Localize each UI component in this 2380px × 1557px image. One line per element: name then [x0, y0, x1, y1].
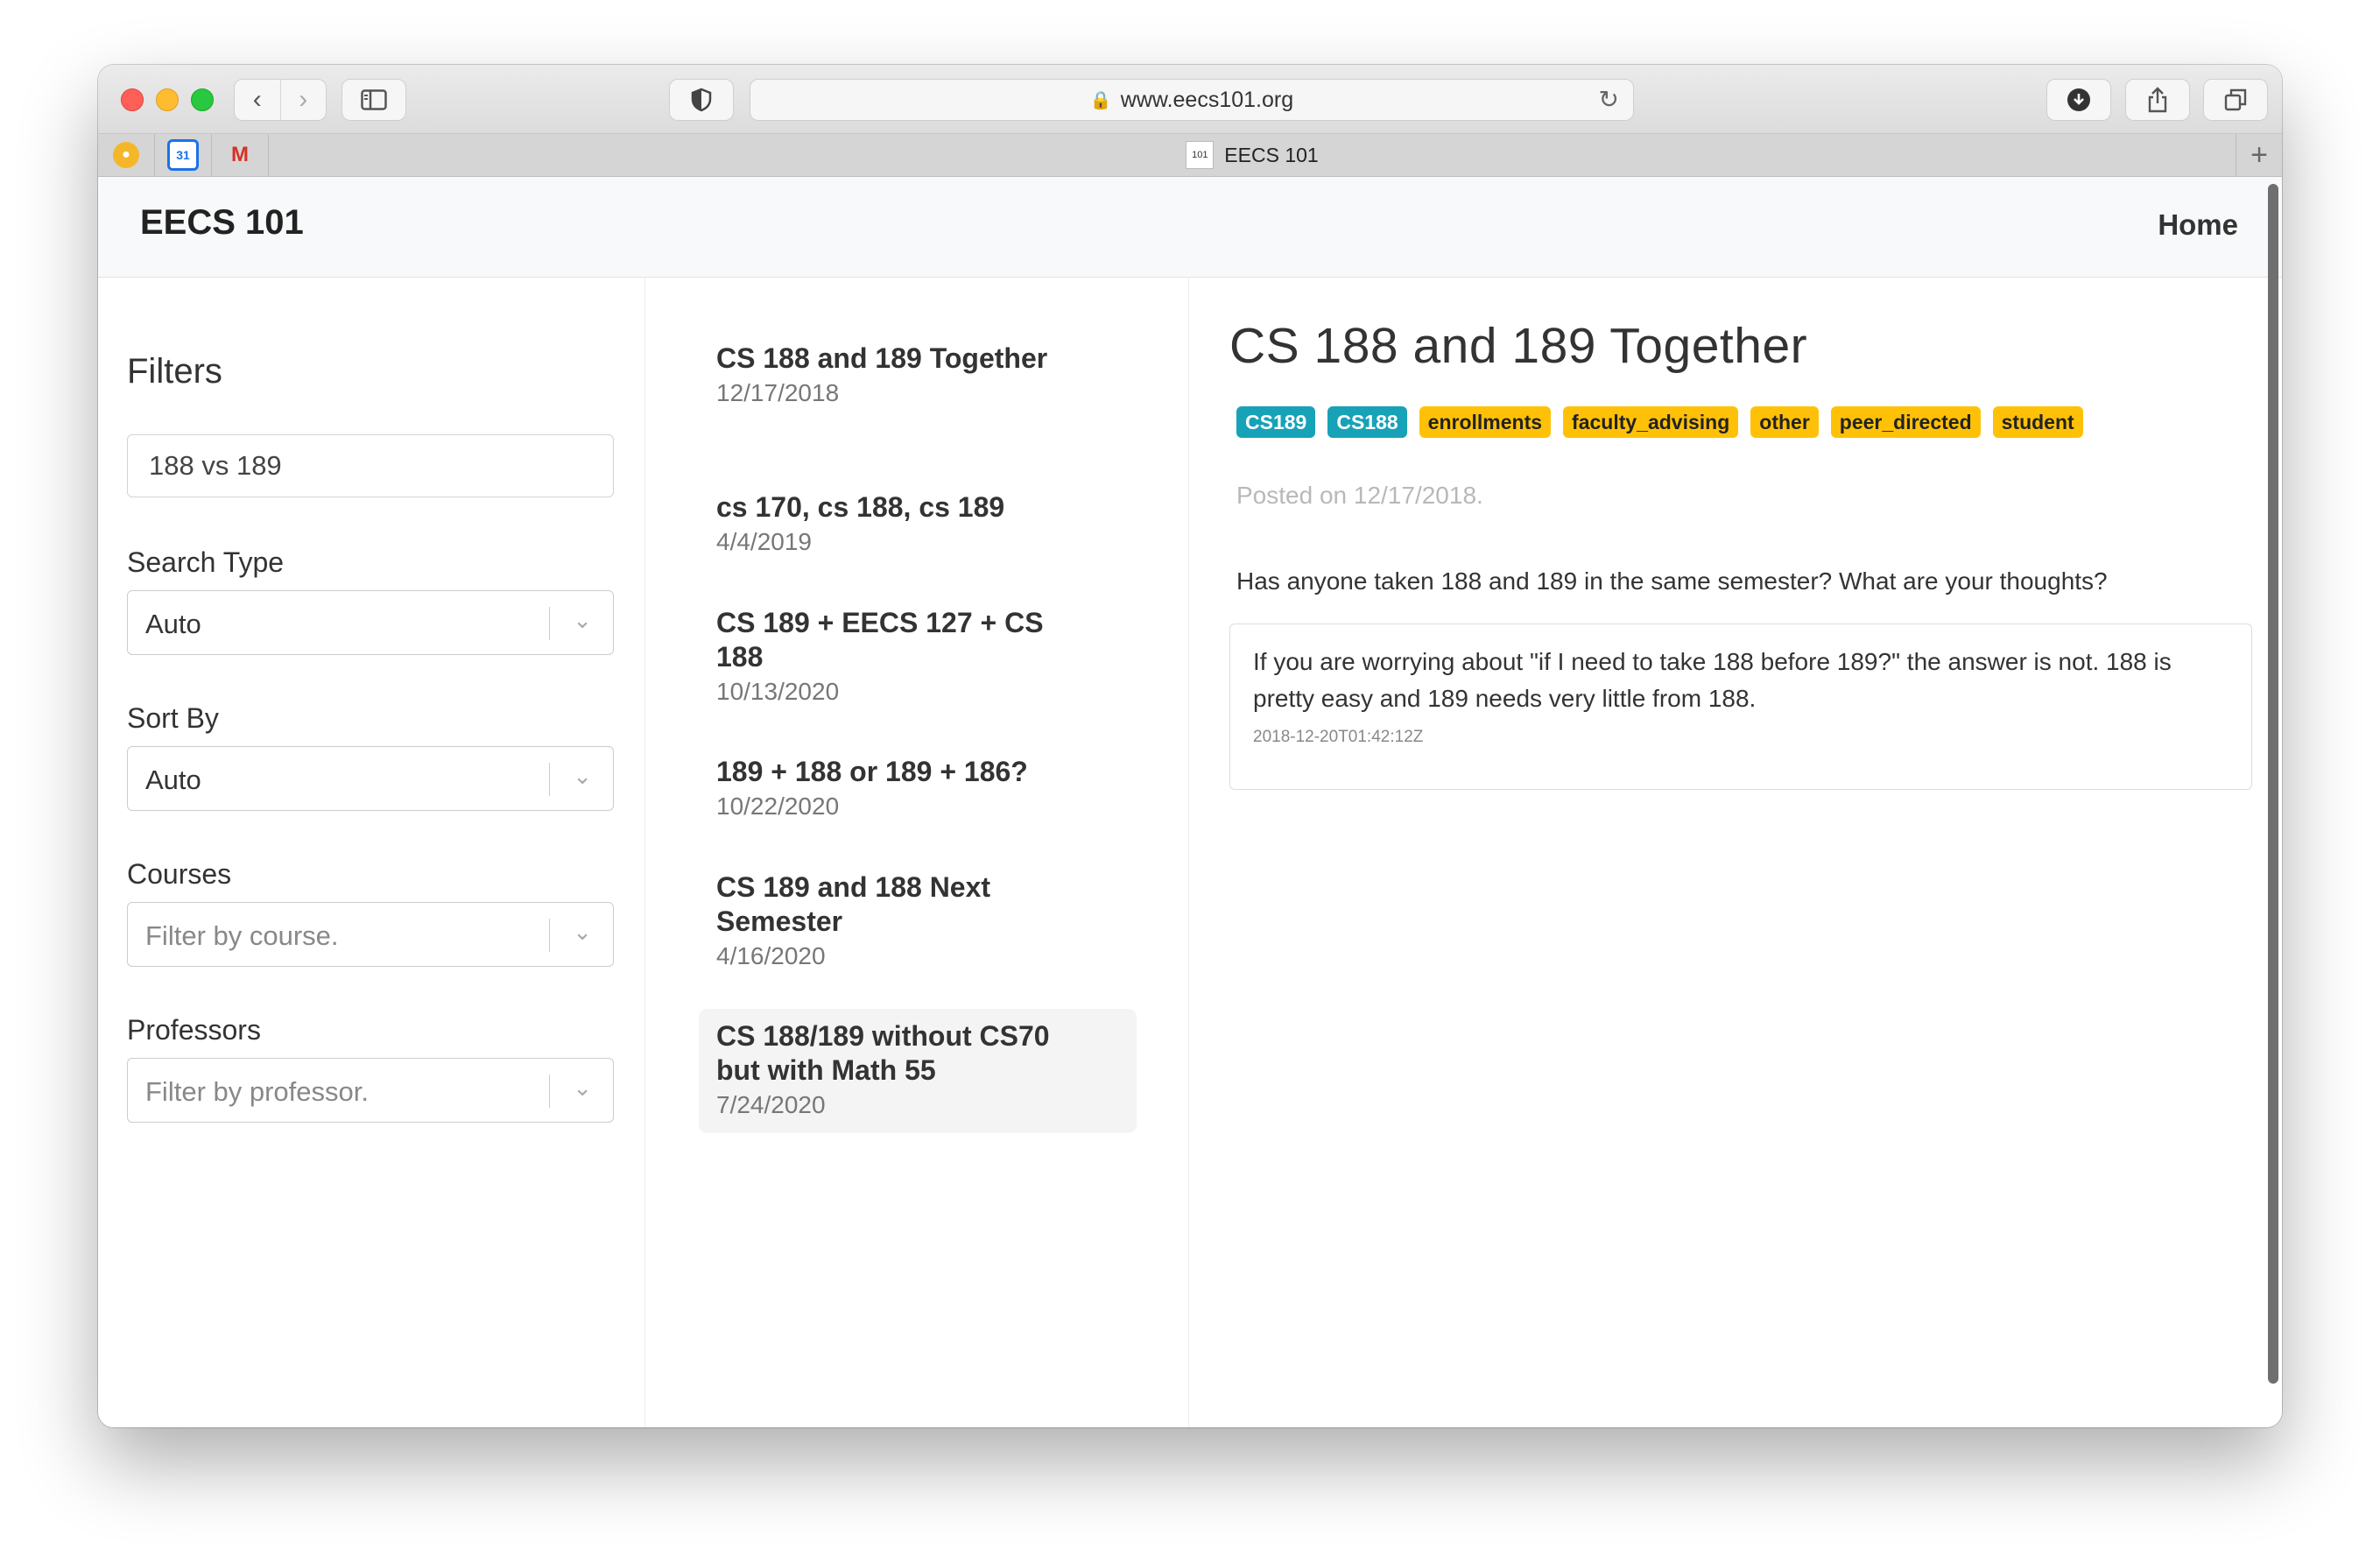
back-button[interactable]: ‹	[235, 80, 280, 120]
favorite-gmail[interactable]: M	[212, 134, 269, 176]
navbar: EECS 101 Home	[98, 177, 2282, 278]
result-date: 12/17/2018	[716, 379, 840, 406]
new-tab-button[interactable]: +	[2236, 134, 2282, 176]
page-content: EECS 101 Home Filters 188 vs 189 Search …	[98, 177, 2282, 1427]
result-title: 189 + 188 or 189 + 186?	[716, 756, 1028, 787]
select-separator	[549, 607, 550, 640]
label-tag[interactable]: student	[1992, 406, 2083, 438]
sort-by-select[interactable]: Auto ⌄	[127, 746, 614, 811]
tab-bar: ● 31 M 101 EECS 101 +	[98, 134, 2282, 177]
search-type-label: Search Type	[127, 546, 285, 578]
result-title: CS 188/189 without CS70 but with Math 55	[716, 1020, 1050, 1086]
browser-toolbar: ‹ › 🔒 www.eecs101.org ↻	[98, 65, 2282, 134]
result-date: 4/4/2019	[716, 528, 812, 555]
result-title: cs 170, cs 188, cs 189	[716, 491, 1005, 523]
professors-placeholder: Filter by professor.	[145, 1076, 369, 1107]
download-icon	[2067, 88, 2090, 111]
chevron-down-icon[interactable]: ⌄	[573, 919, 592, 946]
share-button[interactable]	[2125, 79, 2190, 121]
calendar-icon: 31	[167, 139, 199, 171]
courses-placeholder: Filter by course.	[145, 920, 339, 951]
select-separator	[549, 1074, 550, 1108]
select-separator	[549, 919, 550, 952]
maximize-window-button[interactable]	[191, 88, 214, 111]
home-link[interactable]: Home	[2158, 208, 2238, 242]
answer-text: If you are worrying about "if I need to …	[1253, 648, 2172, 712]
posted-date: Posted on 12/17/2018.	[1236, 482, 1483, 509]
lock-icon: 🔒	[1089, 90, 1112, 110]
select-separator	[549, 763, 550, 796]
column-divider	[1188, 277, 1189, 1427]
lightbulb-icon: ●	[113, 142, 139, 168]
shield-icon	[691, 88, 712, 112]
tab-title: EECS 101	[1224, 143, 1319, 166]
tabs-icon	[2224, 88, 2247, 111]
close-window-button[interactable]	[121, 88, 144, 111]
share-icon	[2148, 87, 2167, 113]
history-nav: ‹ ›	[234, 79, 327, 121]
label-tag[interactable]: peer_directed	[1830, 406, 1981, 438]
result-title: CS 189 and 188 Next Semester	[716, 871, 991, 937]
result-item[interactable]: 189 + 188 or 189 + 186? 10/22/2020	[699, 744, 1137, 835]
tab-eecs101[interactable]: 101 EECS 101	[270, 134, 2235, 176]
label-tag[interactable]: enrollments	[1419, 406, 1552, 438]
result-item[interactable]: CS 188 and 189 Together 12/17/2018	[699, 331, 1137, 421]
column-divider	[644, 277, 645, 1427]
favorite-calendar[interactable]: 31	[155, 134, 212, 176]
courses-label: Courses	[127, 858, 232, 890]
tab-favicon: 101	[1186, 141, 1215, 169]
browser-window: ‹ › 🔒 www.eecs101.org ↻ ● 31 M 101 EECS …	[98, 65, 2282, 1427]
privacy-report-button[interactable]	[669, 79, 734, 121]
course-tag[interactable]: CS188	[1327, 406, 1407, 438]
chevron-down-icon[interactable]: ⌄	[573, 1074, 592, 1102]
sort-by-label: Sort By	[127, 702, 219, 734]
result-date: 4/16/2020	[716, 942, 826, 969]
chevron-down-icon[interactable]: ⌄	[573, 763, 592, 790]
address-bar[interactable]: 🔒 www.eecs101.org ↻	[750, 79, 1634, 121]
tag-list: CS189 CS188 enrollments faculty_advising…	[1236, 406, 2083, 438]
downloads-button[interactable]	[2046, 79, 2111, 121]
page-scrollbar[interactable]	[2268, 184, 2278, 1384]
label-tag[interactable]: faculty_advising	[1563, 406, 1739, 438]
favorite-keep[interactable]: ●	[98, 134, 155, 176]
search-type-select[interactable]: Auto ⌄	[127, 590, 614, 655]
courses-select[interactable]: Filter by course. ⌄	[127, 902, 614, 967]
result-date: 10/13/2020	[716, 678, 840, 705]
tab-overview-button[interactable]	[2203, 79, 2268, 121]
question-text: Has anyone taken 188 and 189 in the same…	[1236, 567, 2108, 595]
sort-by-value: Auto	[145, 764, 201, 795]
chevron-down-icon[interactable]: ⌄	[573, 607, 592, 634]
filters-panel: Filters 188 vs 189 Search Type Auto ⌄ So…	[127, 352, 617, 1123]
professors-select[interactable]: Filter by professor. ⌄	[127, 1058, 614, 1123]
result-date: 10/22/2020	[716, 793, 840, 820]
result-item[interactable]: CS 189 + EECS 127 + CS 188 10/13/2020	[699, 595, 1137, 720]
result-title: CS 189 + EECS 127 + CS 188	[716, 607, 1044, 673]
result-item-selected[interactable]: CS 188/189 without CS70 but with Math 55…	[699, 1009, 1137, 1133]
search-type-value: Auto	[145, 609, 201, 639]
gmail-icon: M	[231, 143, 249, 166]
label-tag[interactable]: other	[1750, 406, 1819, 438]
answer-timestamp: 2018-12-20T01:42:12Z	[1253, 728, 1424, 746]
post-title: CS 188 and 189 Together	[1229, 318, 1808, 374]
reload-icon[interactable]: ↻	[1599, 85, 1619, 114]
search-input[interactable]: 188 vs 189	[127, 434, 614, 497]
result-date: 7/24/2020	[716, 1091, 826, 1118]
result-item[interactable]: cs 170, cs 188, cs 189 4/4/2019	[699, 480, 1137, 570]
professors-label: Professors	[127, 1014, 261, 1046]
sidebar-icon	[361, 89, 387, 110]
post-detail: CS 188 and 189 Together CS189 CS188 enro…	[1229, 317, 2263, 790]
result-item[interactable]: CS 189 and 188 Next Semester 4/16/2020	[699, 860, 1137, 984]
filters-heading: Filters	[127, 352, 222, 391]
answer-card: If you are worrying about "if I need to …	[1229, 624, 2252, 790]
sidebar-toggle-button[interactable]	[342, 79, 406, 121]
forward-button[interactable]: ›	[279, 80, 327, 120]
url-text: www.eecs101.org	[1120, 87, 1294, 112]
minimize-window-button[interactable]	[156, 88, 179, 111]
course-tag[interactable]: CS189	[1236, 406, 1316, 438]
result-title: CS 188 and 189 Together	[716, 342, 1048, 374]
brand-link[interactable]: EECS 101	[140, 203, 304, 243]
